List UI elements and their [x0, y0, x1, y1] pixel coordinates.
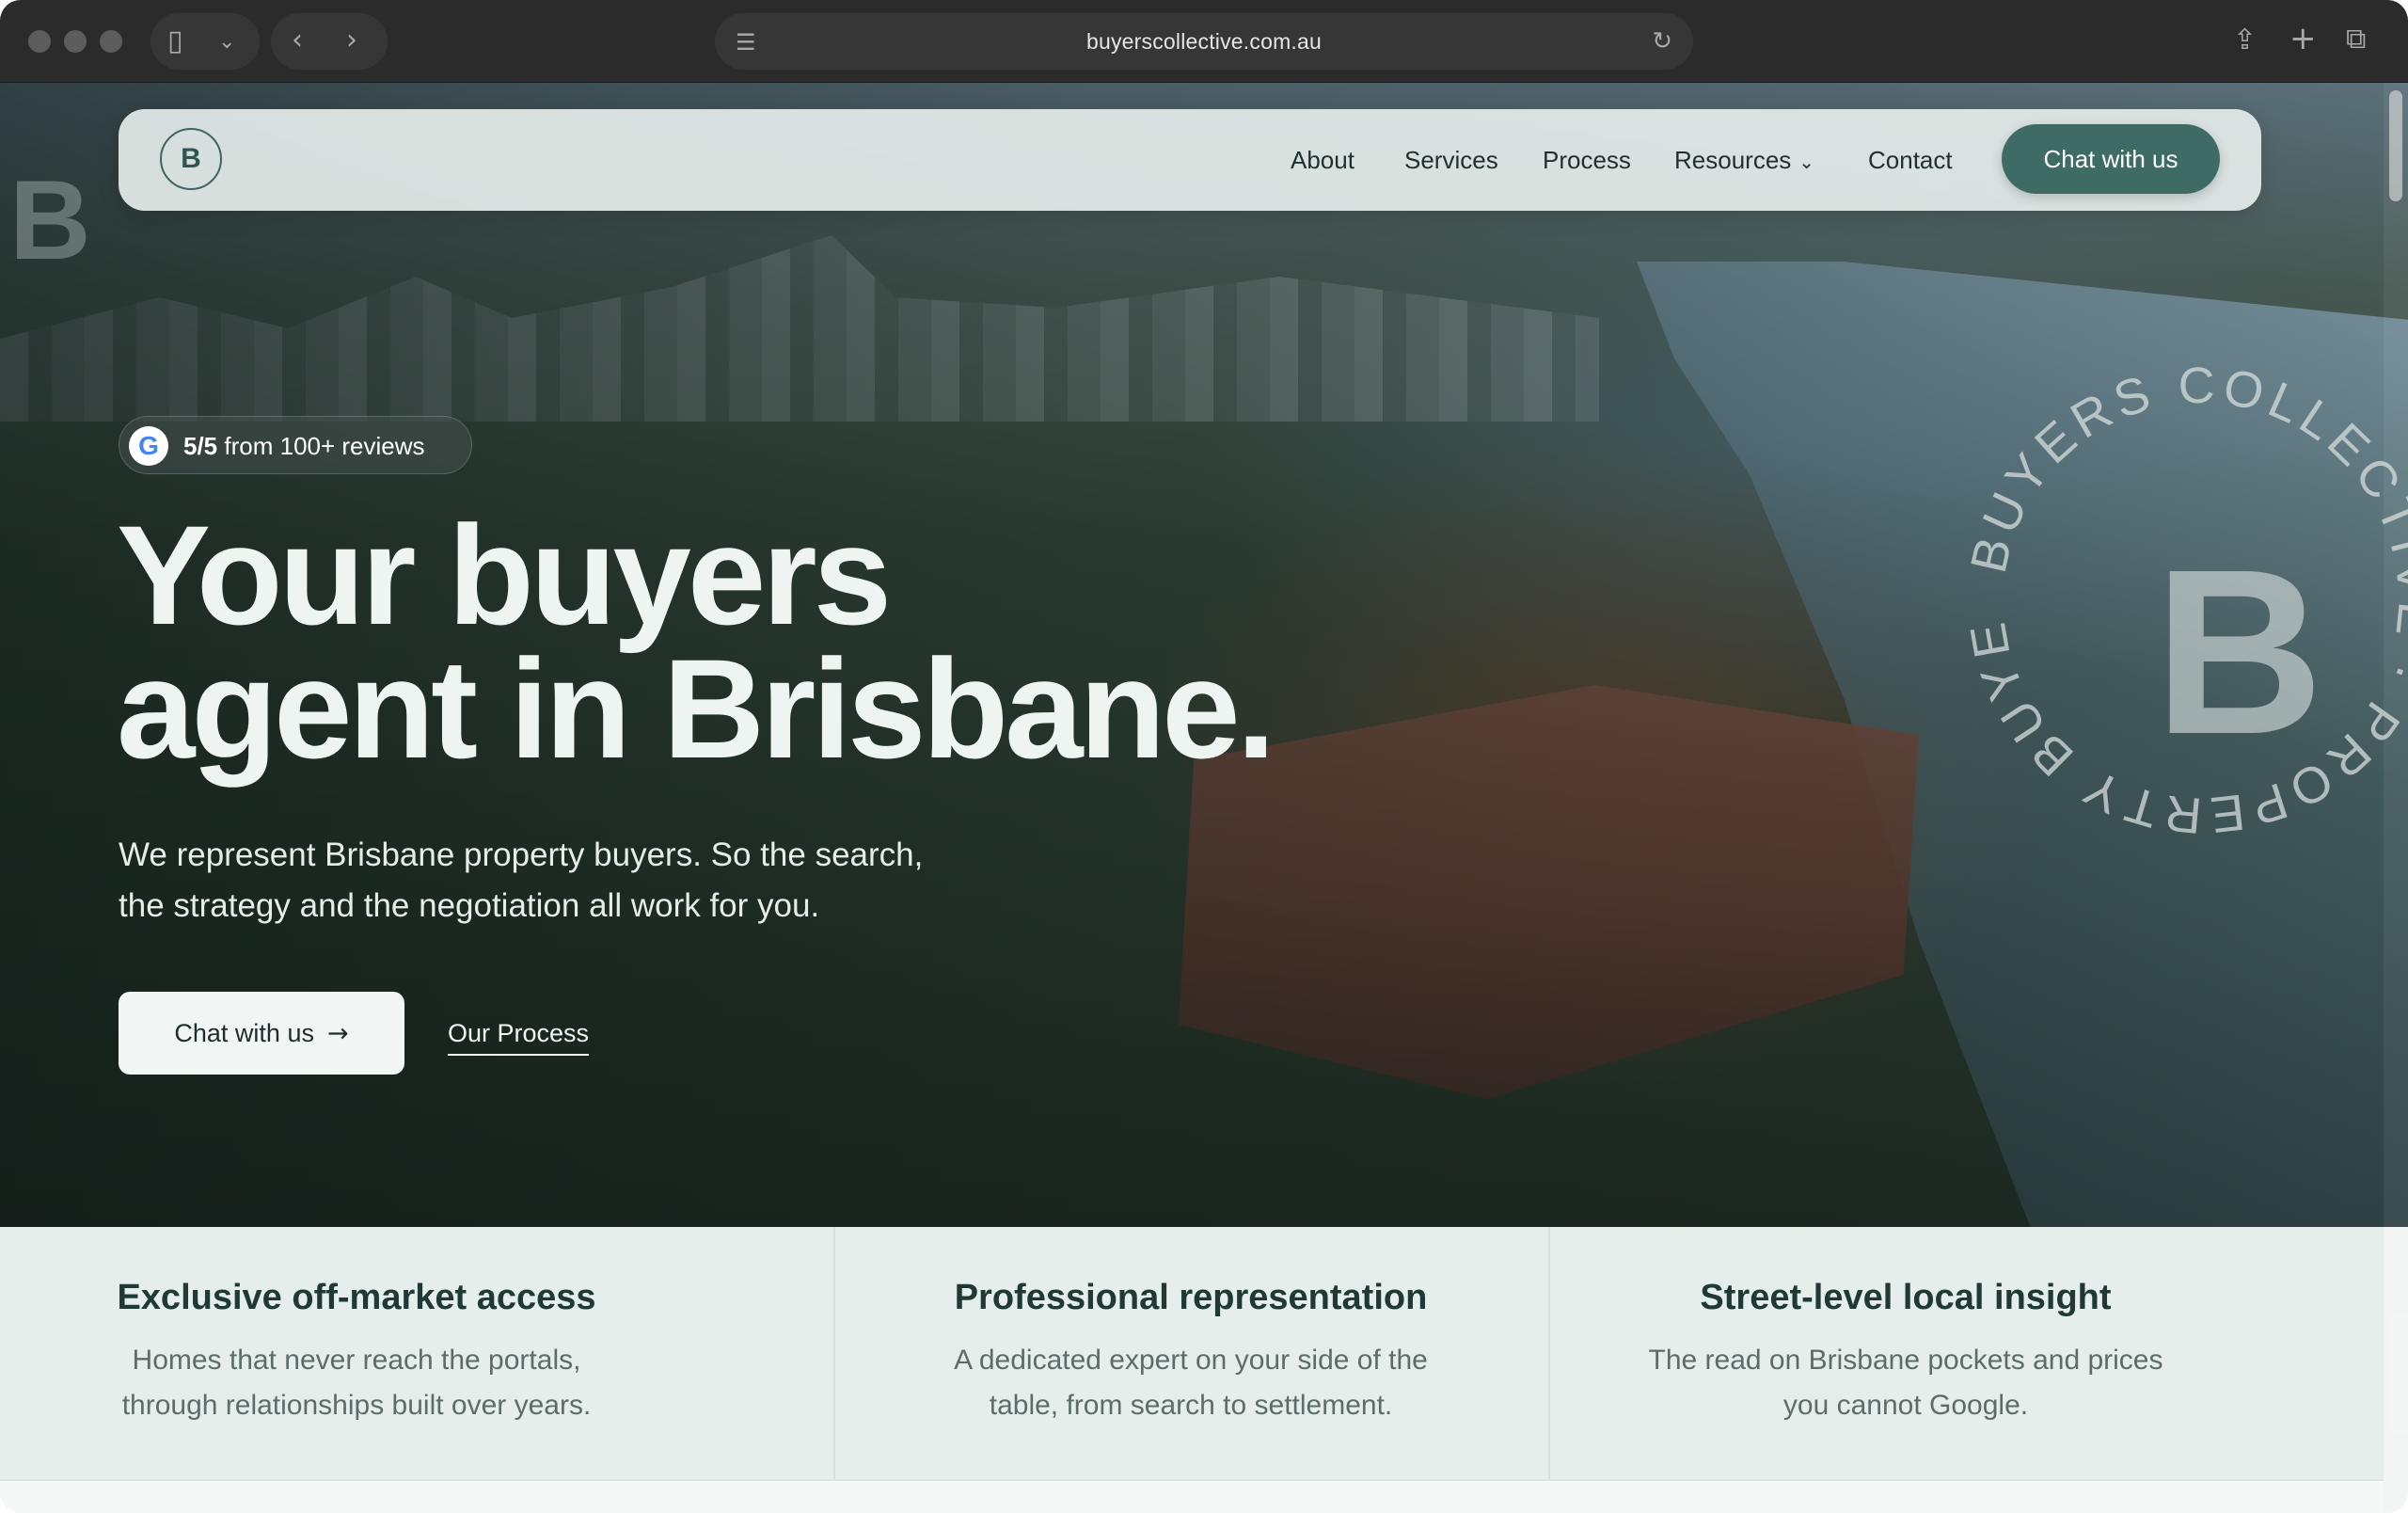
our-process-link[interactable]: Our Process — [448, 1014, 590, 1056]
sidebar-icon: ▯ — [167, 24, 183, 57]
nav-process[interactable]: Process — [1543, 109, 1631, 211]
nav-resources-label: Resources — [1674, 146, 1792, 174]
minimize-window-button[interactable] — [64, 30, 87, 53]
share-icon[interactable]: ⇪ — [2233, 26, 2257, 55]
back-button[interactable]: ‹ — [292, 26, 303, 55]
chevron-down-icon: ⌄ — [218, 30, 236, 54]
next-section-edge — [0, 1479, 2384, 1513]
feature-desc-line: through relationships built over years. — [121, 1390, 592, 1421]
nav-about[interactable]: About — [1291, 109, 1354, 211]
feature-title: Professional representation — [954, 1278, 1428, 1317]
new-tab-icon[interactable]: + — [2289, 23, 2317, 55]
hero-chat-button[interactable]: Chat with us → — [119, 992, 404, 1075]
hero-chat-label: Chat with us — [174, 1019, 314, 1047]
feature-desc-line: The read on Brisbane pockets and prices — [1648, 1345, 2163, 1376]
sidebar-toggle-button[interactable]: ▯ ⌄ — [150, 13, 260, 70]
google-icon: G — [129, 426, 168, 466]
nav-contact[interactable]: Contact — [1868, 109, 1953, 211]
address-bar[interactable]: ☰ buyerscollective.com.au ↻ — [715, 13, 1693, 70]
feature-desc-line: table, from search to settlement. — [989, 1390, 1393, 1421]
review-summary: 5/5 from 100+ reviews — [183, 417, 425, 475]
watermark-ring: BUYERS COLLECTIVE · PROPERTY BUYERS — [1956, 356, 2408, 844]
feature-local-insight: Street-level local insight The read on B… — [1548, 1227, 2261, 1479]
site-logo[interactable]: B — [160, 128, 222, 190]
hero-subtitle: We represent Brisbane property buyers. S… — [119, 830, 1059, 932]
feature-title: Exclusive off-market access — [117, 1278, 596, 1317]
chevron-down-icon: ⌄ — [1798, 151, 1815, 173]
close-window-button[interactable] — [28, 30, 51, 53]
page-viewport: B B BUYERS COLLECTIVE · PROPERTY BUYERS … — [0, 83, 2408, 1513]
forward-button[interactable]: › — [346, 26, 357, 55]
svg-text:BUYERS COLLECTIVE · PROPERTY B: BUYERS COLLECTIVE · PROPERTY BUYERS — [1956, 356, 2408, 844]
nav-chat-button[interactable]: Chat with us — [2002, 124, 2220, 194]
watermark-ring-text: BUYERS COLLECTIVE · PROPERTY BUYERS — [1956, 356, 2408, 844]
hero-title: Your buyers agent in Brisbane. — [117, 496, 1528, 788]
feature-desc-line: A dedicated expert on your side of the — [954, 1345, 1428, 1376]
feature-desc-line: Homes that never reach the portals, — [132, 1345, 581, 1376]
feature-off-market: Exclusive off-market access Homes that n… — [0, 1227, 713, 1479]
feature-description: The read on Brisbane pockets and prices … — [1607, 1338, 2205, 1428]
hero-title-line1: Your buyers — [117, 496, 892, 654]
arrow-right-icon: → — [326, 1019, 349, 1048]
browser-window: ▯ ⌄ ‹ › ☰ buyerscollective.com.au ↻ ⇪ + … — [0, 0, 2408, 1513]
review-count: from 100+ reviews — [224, 432, 425, 460]
feature-description: A dedicated expert on your side of the t… — [892, 1338, 1490, 1428]
history-nav: ‹ › — [271, 13, 388, 70]
nav-services[interactable]: Services — [1404, 109, 1498, 211]
nav-resources[interactable]: Resources ⌄ — [1674, 109, 1814, 211]
watermark-logo-left: B — [9, 157, 91, 283]
site-header: B About Services Process Resources ⌄ Cont… — [119, 109, 2261, 211]
reviews-badge[interactable]: G 5/5 from 100+ reviews — [119, 416, 472, 474]
reload-icon[interactable]: ↻ — [1652, 27, 1672, 56]
browser-toolbar: ▯ ⌄ ‹ › ☰ buyerscollective.com.au ↻ ⇪ + … — [0, 0, 2408, 83]
review-score: 5/5 — [183, 432, 218, 460]
feature-title: Street-level local insight — [1700, 1278, 2112, 1317]
zoom-window-button[interactable] — [100, 30, 122, 53]
tab-overview-icon[interactable]: ⧉ — [2346, 25, 2366, 54]
feature-representation: Professional representation A dedicated … — [833, 1227, 1546, 1479]
feature-desc-line: you cannot Google. — [1782, 1390, 2029, 1421]
hero-title-line2: agent in Brisbane. — [117, 629, 1275, 788]
url-text: buyerscollective.com.au — [1085, 29, 1323, 54]
feature-strip: Exclusive off-market access Homes that n… — [0, 1227, 2384, 1479]
page-scrollbar[interactable] — [2384, 83, 2408, 1513]
hero-section: B B BUYERS COLLECTIVE · PROPERTY BUYERS … — [0, 83, 2408, 1227]
hero-subtitle-line2: the strategy and the negotiation all wor… — [119, 887, 820, 924]
hero-subtitle-line1: We represent Brisbane property buyers. S… — [119, 836, 924, 873]
feature-description: Homes that never reach the portals, thro… — [56, 1338, 657, 1428]
scrollbar-thumb[interactable] — [2389, 90, 2402, 201]
